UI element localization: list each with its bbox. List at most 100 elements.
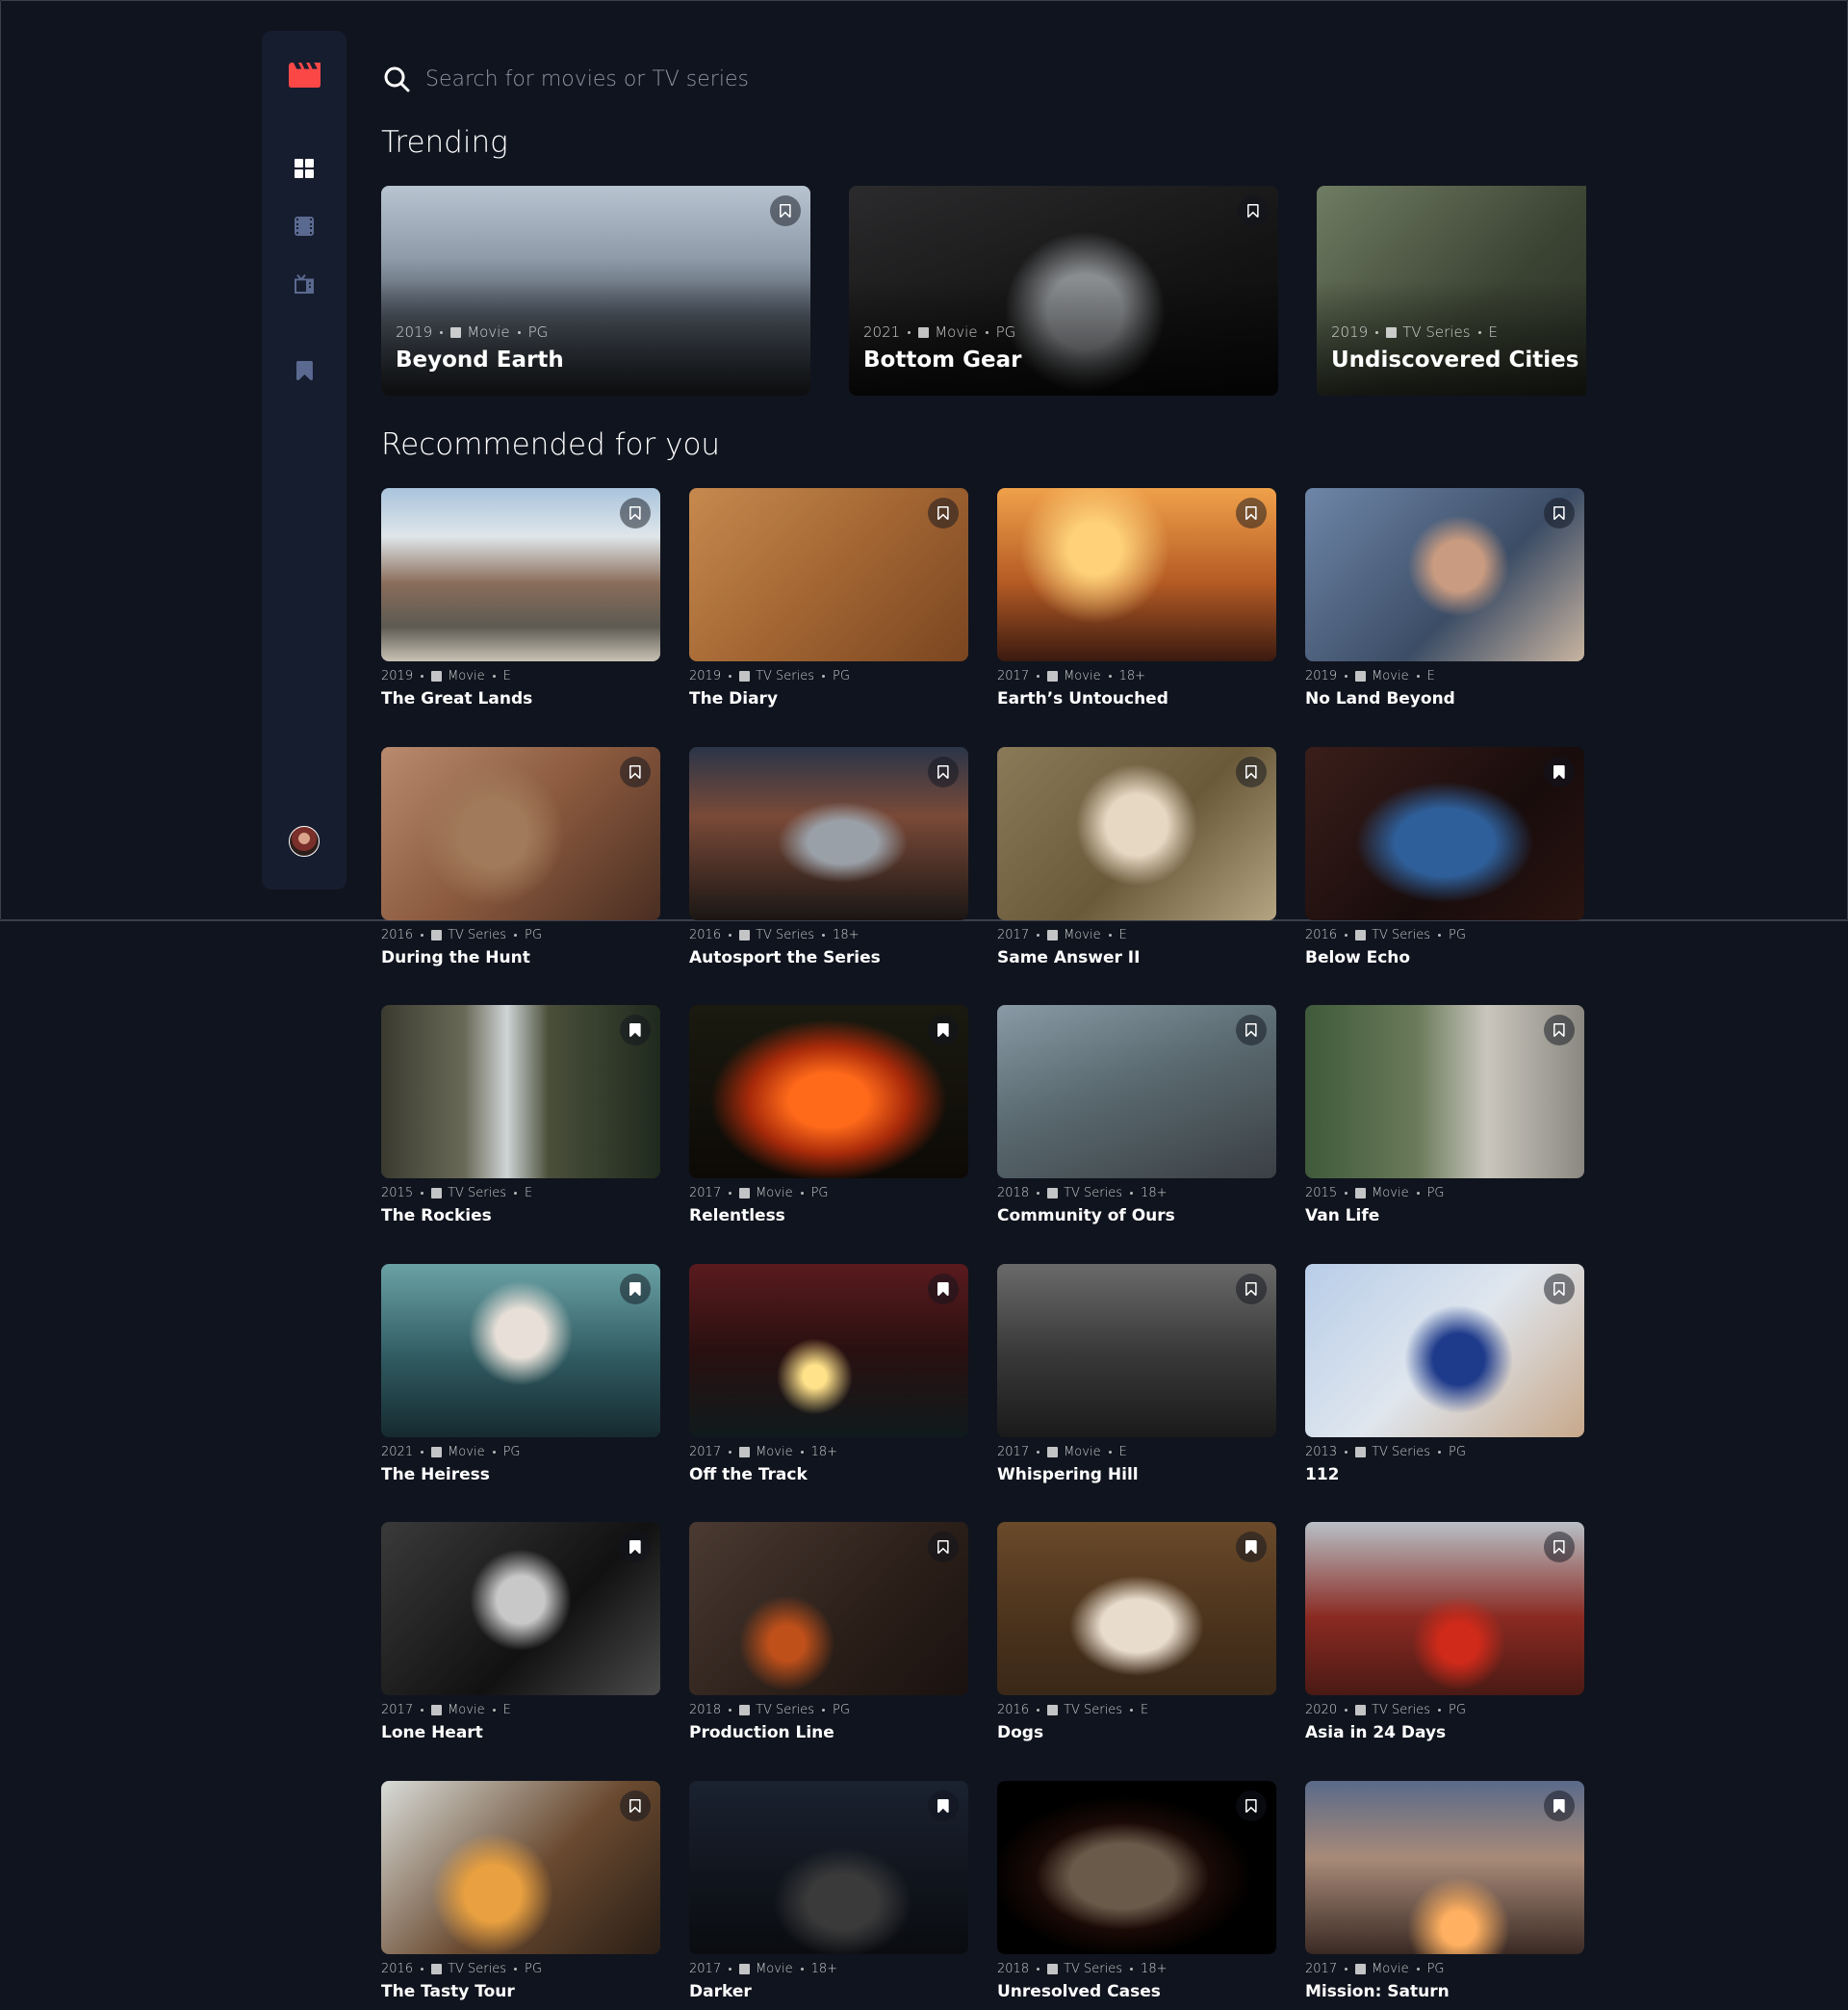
thumbnail[interactable] (1305, 1263, 1584, 1437)
recommended-card[interactable]: 2016 TV Series PG Below Echo (1305, 746, 1584, 967)
separator-dot (1345, 1709, 1348, 1713)
bookmark-button[interactable] (1236, 498, 1267, 528)
bookmark-button[interactable] (1544, 1015, 1575, 1046)
category: TV Series (1372, 1703, 1431, 1718)
bookmark-button[interactable] (770, 195, 801, 226)
thumbnail[interactable] (1305, 1005, 1584, 1179)
search-input[interactable] (425, 62, 1586, 96)
bookmark-button[interactable] (1544, 756, 1575, 787)
separator-dot (1345, 933, 1348, 937)
bookmark-button[interactable] (620, 498, 651, 528)
recommended-card[interactable]: 2017 Movie E Same Answer II (997, 746, 1276, 967)
category: Movie (467, 323, 510, 341)
thumbnail[interactable] (381, 1263, 660, 1437)
recommended-card[interactable]: 2018 TV Series 18+ Unresolved Cases (997, 1781, 1276, 2001)
bookmark-button[interactable] (928, 1015, 959, 1046)
thumbnail[interactable] (1305, 1781, 1584, 1954)
thumbnail[interactable] (1305, 746, 1584, 920)
thumbnail[interactable] (381, 488, 660, 661)
user-avatar[interactable] (289, 826, 320, 857)
trending-card[interactable]: 2019 Movie PG Beyond Earth (381, 186, 810, 396)
separator-dot (1416, 675, 1420, 678)
recommended-card[interactable]: 2017 Movie E Whispering Hill (997, 1263, 1276, 1484)
thumbnail[interactable] (689, 1005, 968, 1179)
thumbnail[interactable] (997, 746, 1276, 920)
bookmark-button[interactable] (928, 498, 959, 528)
recommended-card[interactable]: 2015 Movie PG Van Life (1305, 1005, 1584, 1225)
card-meta: 2016 TV Series E (997, 1703, 1276, 1717)
thumbnail[interactable] (1305, 488, 1584, 661)
category-icon (431, 1705, 443, 1716)
trending-card[interactable]: 2019 TV Series E Undiscovered Cities (1317, 186, 1586, 396)
card-title: Van Life (1305, 1206, 1380, 1226)
bookmark-button[interactable] (1236, 1273, 1267, 1304)
thumbnail[interactable] (689, 1522, 968, 1696)
movies-nav-icon[interactable] (295, 217, 314, 236)
thumbnail[interactable] (689, 746, 968, 920)
bookmark-button[interactable] (928, 1791, 959, 1821)
thumbnail[interactable] (381, 1005, 660, 1179)
bookmark-button[interactable] (1238, 195, 1269, 226)
recommended-card[interactable]: 2013 TV Series PG 112 (1305, 1263, 1584, 1484)
home-nav-icon[interactable] (295, 159, 314, 178)
recommended-card[interactable]: 2019 Movie E No Land Beyond (1305, 488, 1584, 709)
bookmark-button[interactable] (1544, 1791, 1575, 1821)
bookmarks-nav-icon[interactable] (296, 361, 313, 380)
bookmark-button[interactable] (620, 1532, 651, 1563)
recommended-card[interactable]: 2018 TV Series PG Production Line (689, 1522, 968, 1742)
recommended-card[interactable]: 2016 TV Series PG During the Hunt (381, 746, 660, 967)
thumbnail[interactable] (997, 1263, 1276, 1437)
recommended-card[interactable]: 2017 Movie 18+ Earth’s Untouched (997, 488, 1276, 709)
thumbnail[interactable] (381, 1781, 660, 1954)
year: 2016 (689, 927, 722, 942)
bookmark-button[interactable] (928, 756, 959, 787)
recommended-card[interactable]: 2017 Movie 18+ Darker (689, 1781, 968, 2001)
bookmark-button[interactable] (620, 1015, 651, 1046)
thumbnail[interactable] (997, 1522, 1276, 1696)
recommended-card[interactable]: 2016 TV Series PG The Tasty Tour (381, 1781, 660, 2001)
trending-card[interactable]: 2021 Movie PG Bottom Gear (849, 186, 1278, 396)
rating: PG (995, 323, 1016, 341)
recommended-card[interactable]: 2015 TV Series E The Rockies (381, 1005, 660, 1225)
recommended-card[interactable]: 2020 TV Series PG Asia in 24 Days (1305, 1522, 1584, 1742)
recommended-card[interactable]: 2019 TV Series PG The Diary (689, 488, 968, 709)
recommended-card[interactable]: 2017 Movie PG Mission: Saturn (1305, 1781, 1584, 2001)
thumbnail[interactable] (689, 488, 968, 661)
separator-dot (492, 675, 496, 678)
recommended-card[interactable]: 2016 TV Series 18+ Autosport the Series (689, 746, 968, 967)
bookmark-button[interactable] (620, 1273, 651, 1304)
tv-series-nav-icon[interactable] (295, 274, 314, 294)
bookmark-button[interactable] (620, 1791, 651, 1821)
card-meta: 2017 Movie PG (689, 1186, 968, 1200)
thumbnail[interactable] (689, 1781, 968, 1954)
thumbnail[interactable] (1305, 1522, 1584, 1696)
app-logo-icon[interactable] (289, 63, 321, 88)
recommended-card[interactable]: 2021 Movie PG The Heiress (381, 1263, 660, 1484)
recommended-card[interactable]: 2018 TV Series 18+ Community of Ours (997, 1005, 1276, 1225)
bookmark-button[interactable] (1236, 1791, 1267, 1821)
bookmark-button[interactable] (1236, 1532, 1267, 1563)
trending-carousel[interactable]: 2019 Movie PG Beyond Earth 2021 Movie PG Bottom… (381, 186, 1586, 396)
recommended-card[interactable]: 2017 Movie PG Relentless (689, 1005, 968, 1225)
bookmark-button[interactable] (1236, 1015, 1267, 1046)
card-title: Earth’s Untouched (997, 689, 1168, 709)
recommended-card[interactable]: 2017 Movie E Lone Heart (381, 1522, 660, 1742)
bookmark-button[interactable] (1544, 1273, 1575, 1304)
bookmark-button[interactable] (1544, 1532, 1575, 1563)
bookmark-button[interactable] (928, 1532, 959, 1563)
thumbnail[interactable] (381, 1522, 660, 1696)
separator-dot (1345, 1192, 1348, 1196)
trending-title: Bottom Gear (863, 348, 1022, 373)
recommended-card[interactable]: 2016 TV Series E Dogs (997, 1522, 1276, 1742)
bookmark-button[interactable] (1236, 756, 1267, 787)
bookmark-button[interactable] (1544, 498, 1575, 528)
thumbnail[interactable] (997, 488, 1276, 661)
recommended-card[interactable]: 2017 Movie 18+ Off the Track (689, 1263, 968, 1484)
bookmark-button[interactable] (620, 756, 651, 787)
bookmark-button[interactable] (928, 1273, 959, 1304)
thumbnail[interactable] (689, 1263, 968, 1437)
thumbnail[interactable] (997, 1005, 1276, 1179)
thumbnail[interactable] (997, 1781, 1276, 1954)
recommended-card[interactable]: 2019 Movie E The Great Lands (381, 488, 660, 709)
thumbnail[interactable] (381, 746, 660, 920)
